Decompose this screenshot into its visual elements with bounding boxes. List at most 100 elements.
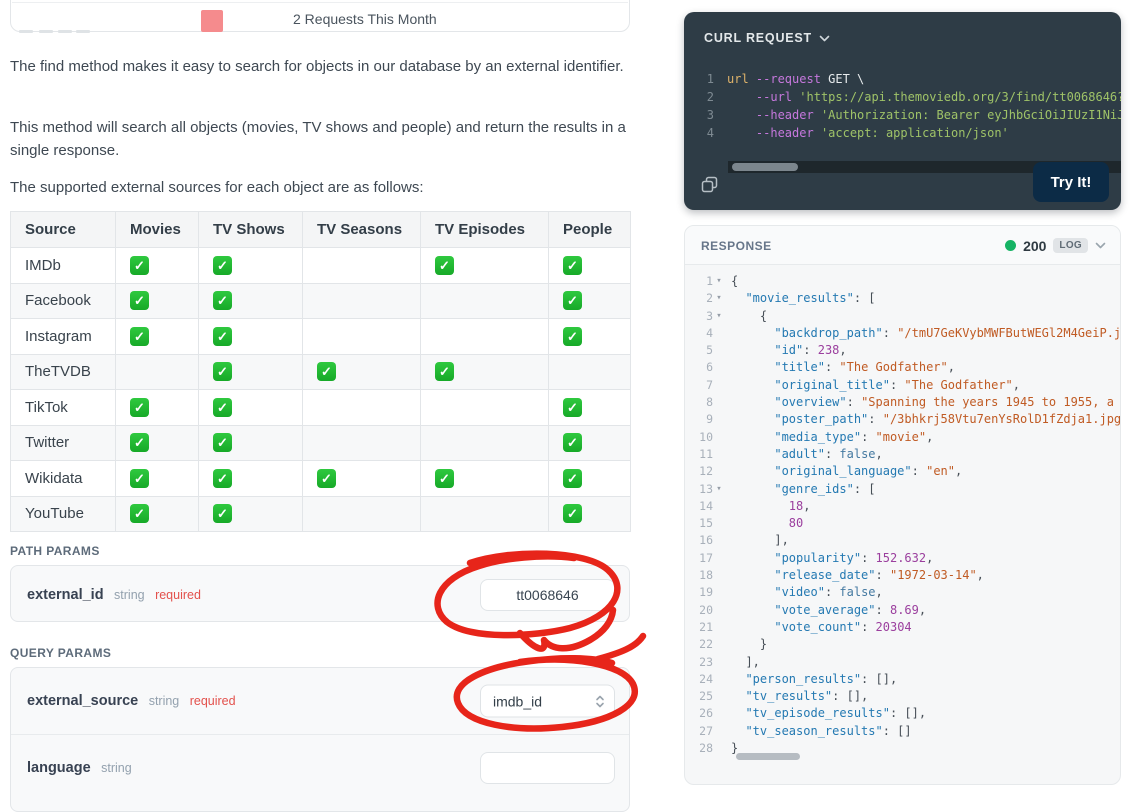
support-cell: ✓: [198, 389, 303, 426]
line-number: 28: [699, 741, 713, 756]
status-ok-dot: [1005, 240, 1017, 251]
support-cell: [302, 389, 421, 426]
check-icon: ✓: [130, 433, 149, 453]
response-status: 200 LOG: [1005, 226, 1106, 265]
support-cell: ✓: [115, 389, 199, 426]
param-name: external_id: [27, 586, 104, 603]
external-source-select[interactable]: imdb_id: [480, 684, 615, 718]
docs-content: 2 Requests This Month The find method ma…: [10, 0, 631, 812]
line-number: 7: [706, 377, 713, 392]
response-panel: RESPONSE 200 LOG 1 ▾{2 ▾ "movie_results": …: [684, 225, 1121, 785]
code-line: 20 "vote_average": 8.69,: [685, 602, 1120, 619]
code-line: 27 "tv_season_results": []: [685, 723, 1120, 740]
support-cell: ✓: [198, 282, 303, 319]
code-text: "vote_count": 20304: [774, 619, 912, 634]
code-text: "backdrop_path": "/tmU7GeKVybMWFButWEGl2…: [774, 325, 1121, 340]
code-text: "title": "The Godfather",: [774, 360, 955, 375]
code-line: 1 url --request GET \: [684, 70, 1121, 88]
fold-caret-icon[interactable]: ▾: [713, 308, 725, 325]
chevron-down-icon[interactable]: [1095, 242, 1106, 249]
response-title: RESPONSE: [701, 239, 772, 253]
code-text: "original_title": "The Godfather",: [774, 377, 1021, 392]
language-input[interactable]: [480, 751, 615, 784]
fold-caret-icon[interactable]: ▾: [713, 481, 725, 498]
support-cell: [420, 389, 549, 426]
support-cell: [302, 282, 421, 319]
try-it-button[interactable]: Try It!: [1033, 162, 1109, 202]
support-cell: [420, 495, 549, 532]
code-text: {: [731, 308, 768, 323]
fold-caret-icon[interactable]: ▾: [713, 290, 725, 307]
line-number: 26: [699, 706, 713, 721]
support-cell: ✓: [302, 460, 421, 497]
code-line: 16 ],: [685, 532, 1120, 549]
support-cell: ✓: [548, 495, 631, 532]
code-line: 18 "release_date": "1972-03-14",: [685, 567, 1120, 584]
source-cell: YouTube: [10, 495, 116, 532]
line-number: 21: [699, 619, 713, 634]
code-text: 80: [788, 516, 804, 531]
line-number: 15: [699, 516, 713, 531]
support-cell: ✓: [198, 353, 303, 390]
param-required-badge: required: [155, 587, 201, 602]
code-line: 10 "media_type": "movie",: [685, 429, 1120, 446]
check-icon: ✓: [130, 397, 149, 417]
line-number: 16: [699, 533, 713, 548]
support-cell: ✓: [548, 282, 631, 319]
code-line: 19 "video": false,: [685, 584, 1120, 601]
support-cell: ✓: [115, 247, 199, 284]
usage-empty-bar: [39, 30, 53, 33]
check-icon: ✓: [563, 468, 582, 488]
check-icon: ✓: [213, 504, 232, 524]
log-badge[interactable]: LOG: [1053, 238, 1088, 253]
line-number: 1: [706, 72, 714, 86]
code-line: 6 "title": "The Godfather",: [685, 359, 1120, 376]
source-cell: Twitter: [10, 424, 116, 461]
check-icon: ✓: [317, 468, 336, 488]
col-header-tv-episodes: TV Episodes: [420, 211, 549, 248]
line-number: 25: [699, 689, 713, 704]
code-line: 17 "popularity": 152.632,: [685, 550, 1120, 567]
curl-request-toggle[interactable]: CURL REQUEST: [704, 31, 830, 45]
support-cell: ✓: [198, 247, 303, 284]
code-line: 23 ],: [685, 654, 1120, 671]
support-cell: ✓: [548, 318, 631, 355]
chevron-down-icon: [819, 35, 830, 41]
fold-caret-icon[interactable]: ▾: [713, 273, 725, 290]
line-number: 6: [706, 360, 713, 375]
check-icon: ✓: [435, 468, 454, 488]
line-number: 18: [699, 568, 713, 583]
code-text: "video": false,: [774, 585, 883, 600]
external-id-input[interactable]: [480, 578, 615, 611]
path-params-label: PATH PARAMS: [10, 544, 100, 558]
line-number: 17: [699, 550, 713, 565]
check-icon: ✓: [563, 433, 582, 453]
code-line: 4 "backdrop_path": "/tmU7GeKVybMWFButWEG…: [685, 325, 1120, 342]
code-text: "movie_results": [: [745, 291, 876, 306]
line-number: 2: [706, 90, 714, 104]
response-scrollbar-thumb[interactable]: [736, 753, 800, 760]
support-cell: [420, 282, 549, 319]
table-row: TikTok ✓ ✓ ✓: [10, 389, 631, 426]
query-params-box: external_source string required imdb_id …: [10, 667, 630, 812]
support-cell: ✓: [198, 495, 303, 532]
check-icon: ✓: [213, 362, 232, 382]
usage-empty-bar: [58, 30, 72, 33]
copy-code-button[interactable]: [700, 175, 720, 195]
support-cell: ✓: [115, 495, 199, 532]
line-number: 8: [706, 395, 713, 410]
code-text: "original_language": "en",: [774, 464, 963, 479]
code-line: 9 "poster_path": "/3bhkrj58Vtu7enYsRolD1…: [685, 411, 1120, 428]
curl-scrollbar-thumb[interactable]: [732, 163, 798, 171]
source-cell: Wikidata: [10, 460, 116, 497]
